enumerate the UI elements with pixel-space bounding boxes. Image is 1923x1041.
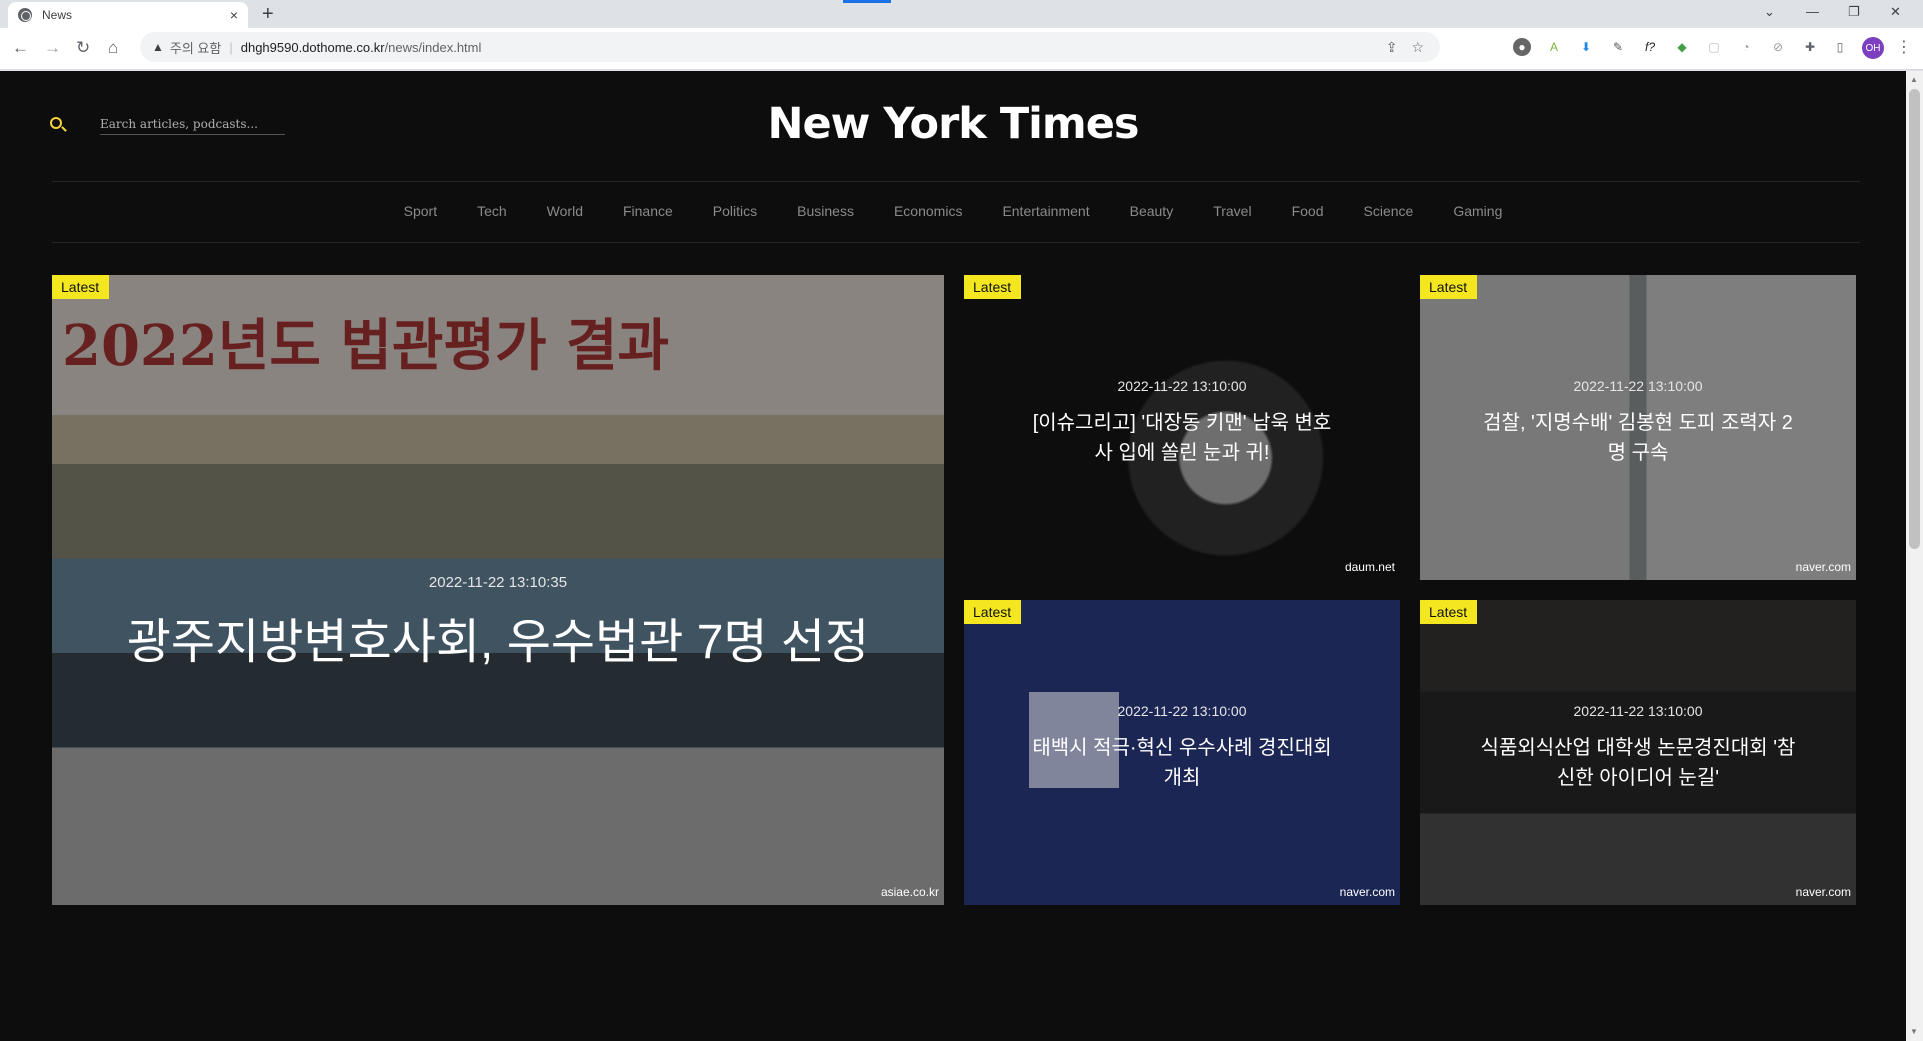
article-card[interactable]: Latest 2022-11-22 13:10:00 검찰, '지명수배' 김봉… (1420, 275, 1856, 580)
nav-item-food[interactable]: Food (1272, 203, 1344, 219)
page-scrollbar[interactable]: ▲ ▼ (1906, 71, 1923, 1041)
extension-font-icon[interactable]: f? (1641, 38, 1659, 56)
article-date: 2022-11-22 13:10:00 (1117, 703, 1247, 719)
close-tab-icon[interactable]: × (230, 7, 238, 23)
tab-title: News (42, 8, 73, 22)
article-source[interactable]: naver.com (1796, 560, 1851, 574)
latest-badge: Latest (1420, 600, 1478, 624)
tab-bar: News × + ⌄ — ❐ ✕ (0, 0, 1923, 28)
restore-icon[interactable]: ❐ (1848, 4, 1860, 20)
extension-a-icon[interactable]: A (1545, 38, 1563, 56)
nav-item-politics[interactable]: Politics (693, 203, 777, 219)
article-date: 2022-11-22 13:10:00 (1117, 378, 1247, 394)
article-card[interactable]: Latest 2022-11-22 13:10:00 [이슈그리고] '대장동 … (964, 275, 1400, 580)
browser-tab[interactable]: News × (8, 2, 248, 28)
featured-article-card[interactable]: 2022년도 법관평가 결과 Latest 2022-11-22 13:10:3… (52, 275, 944, 905)
latest-badge: Latest (964, 275, 1022, 299)
extension-globe-icon[interactable]: ● (1513, 38, 1531, 56)
nav-item-beauty[interactable]: Beauty (1110, 203, 1194, 219)
security-label[interactable]: 주의 요함 (170, 38, 221, 57)
article-headline[interactable]: 태백시 적극·혁신 우수사례 경진대회 개최 (1026, 733, 1338, 793)
scrollbar-thumb[interactable] (1909, 89, 1920, 549)
profile-avatar[interactable]: OH (1862, 37, 1884, 59)
article-card[interactable]: Latest 2022-11-22 13:10:00 식품외식산업 대학생 논문… (1420, 600, 1856, 905)
url-path[interactable]: /news/index.html (385, 40, 482, 55)
extension-download-icon[interactable]: ⬇ (1577, 38, 1595, 56)
tab-accent-bar (843, 0, 891, 3)
nav-item-finance[interactable]: Finance (603, 203, 693, 219)
latest-badge: Latest (964, 600, 1022, 624)
article-headline[interactable]: 식품외식산업 대학생 논문경진대회 '참신한 아이디어 눈길' (1475, 733, 1801, 793)
side-panel-icon[interactable]: ▯ (1831, 38, 1849, 56)
forward-icon[interactable]: → (44, 38, 61, 58)
nav-item-world[interactable]: World (527, 203, 603, 219)
back-icon[interactable]: ← (12, 38, 29, 58)
page: New York Times Sport Tech World Finance … (0, 71, 1906, 1041)
tab-search-icon[interactable]: ⌄ (1764, 4, 1775, 20)
article-source[interactable]: daum.net (1345, 560, 1395, 574)
article-headline[interactable]: [이슈그리고] '대장동 키맨' 남욱 변호사 입에 쏠린 눈과 귀! (1024, 408, 1340, 468)
url-host[interactable]: dhgh9590.dothome.co.kr (241, 40, 385, 55)
nav-item-business[interactable]: Business (777, 203, 874, 219)
scroll-up-icon[interactable]: ▲ (1910, 75, 1918, 84)
share-icon[interactable]: ⇪ (1386, 39, 1398, 56)
article-card[interactable]: Latest 2022-11-22 13:10:00 태백시 적극·혁신 우수사… (964, 600, 1400, 905)
article-headline[interactable]: 광주지방변호사회, 우수법관 7명 선정 (112, 615, 884, 671)
latest-badge: Latest (1420, 275, 1478, 299)
latest-badge: Latest (52, 275, 110, 299)
nav-item-science[interactable]: Science (1344, 203, 1434, 219)
article-date: 2022-11-22 13:10:00 (1573, 378, 1703, 394)
address-separator: | (229, 39, 233, 55)
warning-icon[interactable]: ▲ (152, 40, 164, 54)
minimize-icon[interactable]: — (1806, 4, 1819, 19)
new-tab-button[interactable]: + (262, 3, 274, 25)
nav-item-economics[interactable]: Economics (874, 203, 982, 219)
omnibox-icons: ⇪ ☆ (1386, 39, 1424, 56)
globe-icon (18, 8, 32, 22)
close-window-icon[interactable]: ✕ (1890, 4, 1901, 20)
header-divider (52, 181, 1860, 182)
nav-item-gaming[interactable]: Gaming (1433, 203, 1522, 219)
nav-item-tech[interactable]: Tech (457, 203, 527, 219)
extension-blank-icon[interactable]: ▢ (1705, 38, 1723, 56)
browser-toolbar: ← → ↻ ⌂ ▲ 주의 요함 | dhgh9590.dothome.co.kr… (0, 28, 1923, 70)
article-source[interactable]: naver.com (1796, 885, 1851, 899)
menu-kebab-icon[interactable]: ⋮ (1896, 37, 1912, 57)
extension-compass-icon[interactable]: ⊘ (1769, 38, 1787, 56)
article-date: 2022-11-22 13:10:00 (1573, 703, 1703, 719)
extension-eyedropper-icon[interactable]: ✎ (1609, 38, 1627, 56)
nav-divider (52, 242, 1860, 243)
extension-timer-icon[interactable]: ◔ (1737, 38, 1755, 56)
article-source[interactable]: naver.com (1340, 885, 1395, 899)
nav-item-entertainment[interactable]: Entertainment (982, 203, 1109, 219)
extension-gem-icon[interactable]: ◆ (1673, 38, 1691, 56)
reload-icon[interactable]: ↻ (76, 38, 90, 58)
home-icon[interactable]: ⌂ (108, 38, 118, 58)
scroll-down-icon[interactable]: ▼ (1910, 1027, 1918, 1036)
site-title[interactable]: New York Times (0, 99, 1906, 149)
article-headline[interactable]: 검찰, '지명수배' 김봉현 도피 조력자 2명 구속 (1475, 408, 1801, 468)
article-source[interactable]: asiae.co.kr (881, 885, 939, 899)
category-nav: Sport Tech World Finance Politics Busine… (0, 203, 1906, 219)
address-bar[interactable]: ▲ 주의 요함 | dhgh9590.dothome.co.kr /news/i… (140, 32, 1440, 62)
nav-item-sport[interactable]: Sport (384, 203, 457, 219)
bookmark-star-icon[interactable]: ☆ (1411, 39, 1424, 56)
nav-item-travel[interactable]: Travel (1193, 203, 1271, 219)
extensions-puzzle-icon[interactable]: ✚ (1801, 38, 1819, 56)
article-date: 2022-11-22 13:10:35 (428, 574, 568, 591)
